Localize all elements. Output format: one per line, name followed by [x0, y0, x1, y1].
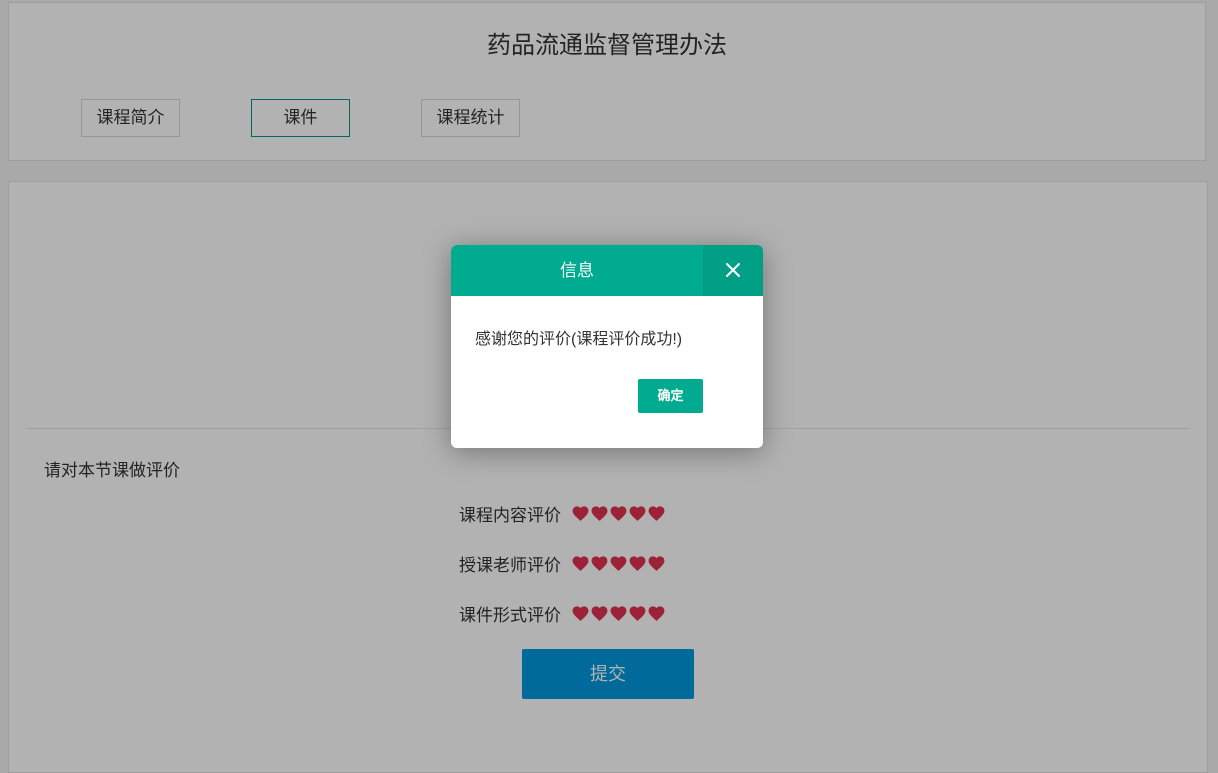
dialog-message: 感谢您的评价(课程评价成功!): [475, 331, 683, 348]
dialog-header: 信息: [451, 245, 763, 296]
close-button[interactable]: [703, 245, 763, 296]
close-icon: [726, 263, 740, 277]
info-dialog: 信息 感谢您的评价(课程评价成功!) 确定: [451, 245, 763, 448]
confirm-button[interactable]: 确定: [638, 379, 703, 413]
dialog-title: 信息: [560, 261, 594, 280]
page: 药品流通监督管理办法 课程简介 课件 课程统计 请对本节课做评价 课程内容评价 …: [0, 0, 1218, 773]
